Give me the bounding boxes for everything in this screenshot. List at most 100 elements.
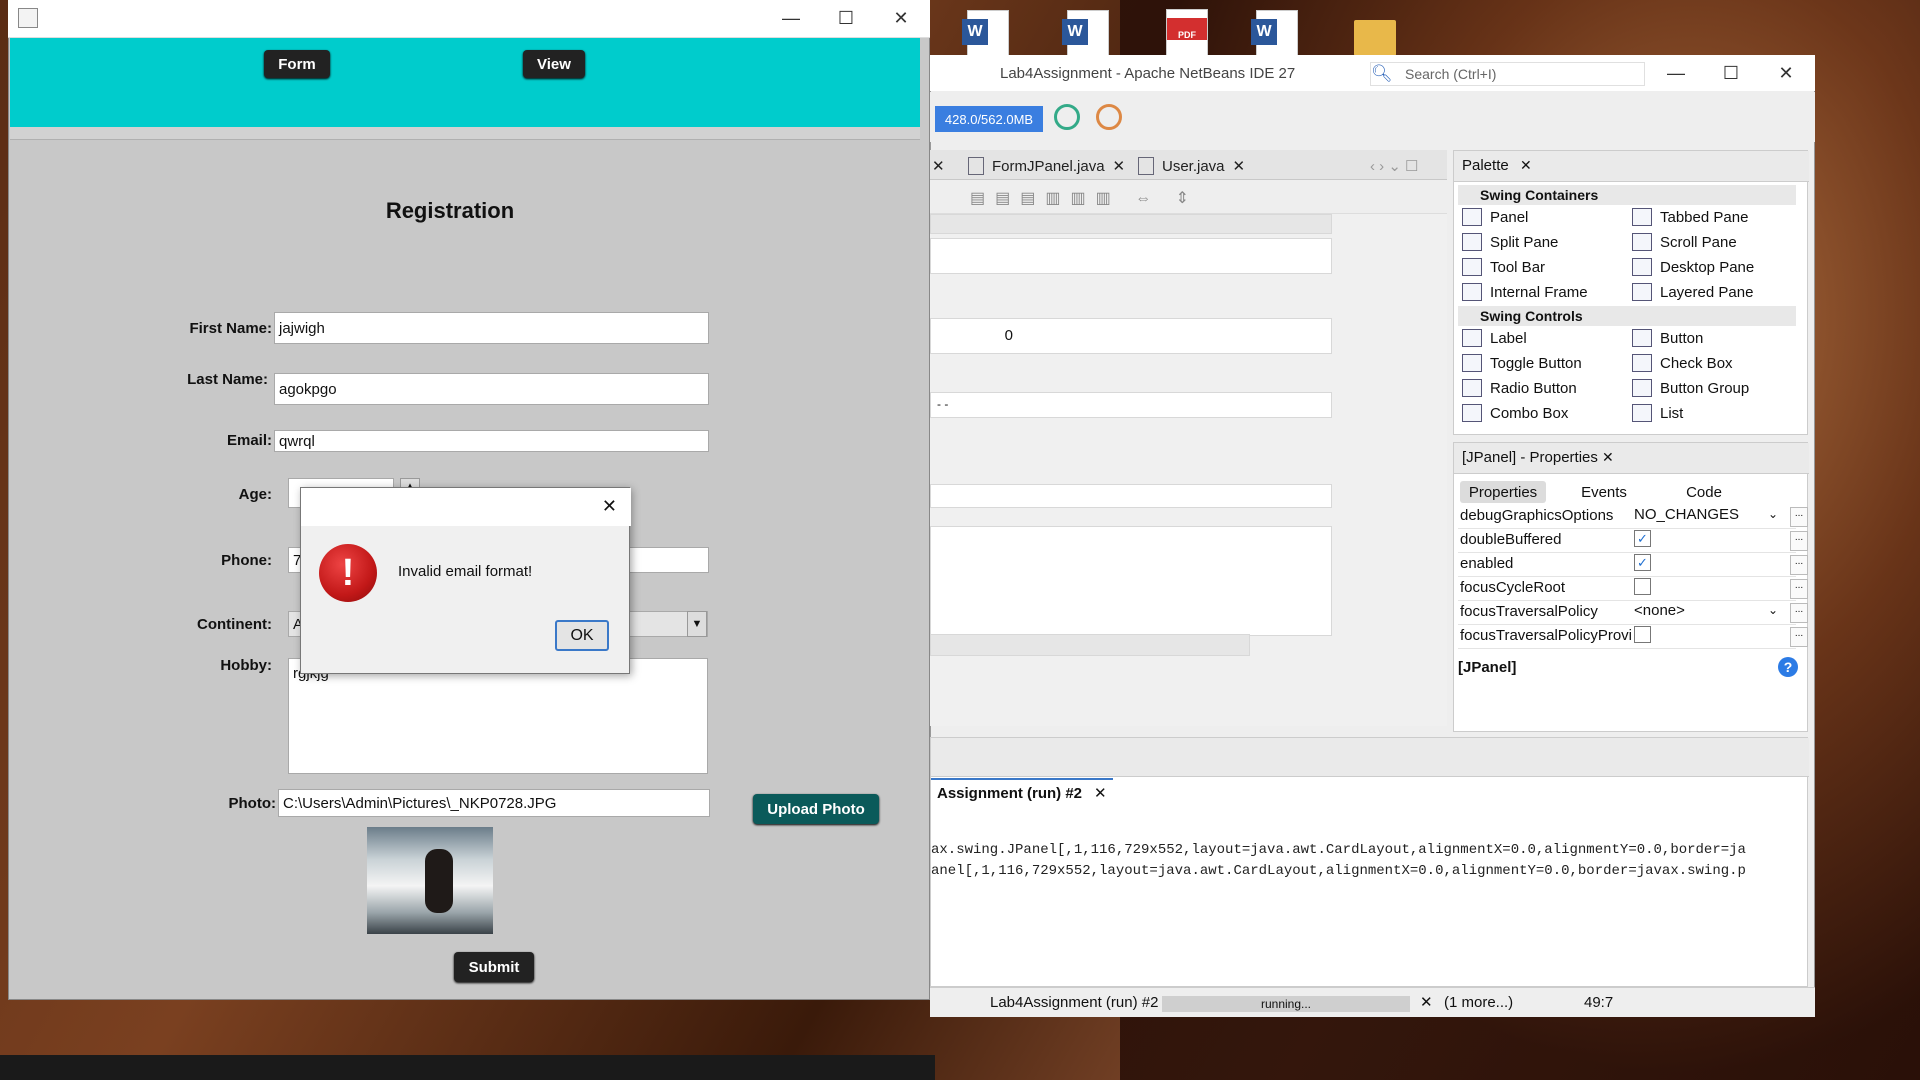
palette-title: Palette [1462,157,1509,174]
palette-item[interactable]: Combo Box [1462,402,1568,424]
last-name-label: Last Name: [187,371,268,388]
tab-output-run[interactable]: Assignment (run) #2 ✕ [931,778,1113,806]
view-nav-button[interactable]: View [523,50,585,78]
chevron-down-icon[interactable]: ▼ [687,611,707,637]
hobby-label: Hobby: [220,657,272,674]
upload-photo-button[interactable]: Upload Photo [753,794,879,824]
photo-path-field[interactable]: C:\Users\Admin\Pictures\_NKP0728.JPG [278,789,710,817]
continent-label: Continent: [197,616,272,633]
cancel-task-icon[interactable]: ✕ [1420,993,1433,1011]
app-maximize-button[interactable]: ☐ [823,0,869,36]
canvas-text: - - [937,397,949,411]
tab-code[interactable]: Code [1664,481,1744,503]
ellipsis-button[interactable]: ... [1790,555,1808,575]
last-name-field[interactable]: agokpgo [274,373,709,405]
caret-position: 49:7 [1584,994,1614,1011]
ellipsis-button[interactable]: ... [1790,507,1808,527]
checkbox[interactable] [1634,626,1651,643]
gc-icon[interactable] [1054,104,1080,130]
profile-icon[interactable] [1096,104,1122,130]
ellipsis-button[interactable]: ... [1790,627,1808,647]
word-doc-icon[interactable]: W [962,8,1013,58]
palette-item[interactable]: Check Box [1632,352,1733,374]
ide-title: Lab4Assignment - Apache NetBeans IDE 27 [1000,65,1296,82]
error-dialog: ✕ ! Invalid email format! OK [300,487,631,674]
palette-item[interactable]: Layered Pane [1632,281,1753,303]
phone-label: Phone: [221,552,272,569]
hobby-textarea[interactable]: rgjkjg [288,658,708,774]
property-row[interactable]: doubleBuffered ✓ ... [1458,529,1808,553]
palette-item[interactable]: Scroll Pane [1632,231,1737,253]
more-tasks-link[interactable]: (1 more...) [1444,994,1513,1011]
pdf-icon[interactable]: PDF [1162,8,1212,58]
word-doc-icon[interactable]: W [1062,8,1113,58]
ide-close-button[interactable]: ✕ [1763,55,1809,91]
palette-item[interactable]: Split Pane [1462,231,1558,253]
palette-item[interactable]: Panel [1462,206,1528,228]
dialog-titlebar: ✕ [301,488,631,526]
tab-nav-arrows[interactable]: ‹ › ⌄ ☐ [1370,154,1419,178]
checkbox[interactable] [1634,578,1651,595]
palette-category[interactable]: Swing Containers [1458,185,1796,205]
app-close-button[interactable]: ✕ [878,0,924,36]
memory-indicator[interactable]: 428.0/562.0MB [935,106,1043,132]
property-row[interactable]: focusTraversalPolicy <none> ⌄ ... [1458,601,1808,625]
help-icon[interactable]: ? [1778,657,1798,677]
first-name-field[interactable]: jajwigh [274,312,709,344]
ide-minimize-button[interactable]: — [1653,55,1699,91]
palette-item[interactable]: Tabbed Pane [1632,206,1748,228]
palette-item[interactable]: Radio Button [1462,377,1577,399]
property-row[interactable]: debugGraphicsOptions NO_CHANGES ⌄ ... [1458,505,1808,529]
chevron-down-icon[interactable]: ⌄ [1768,507,1778,521]
property-row[interactable]: focusTraversalPolicyProvi ... [1458,625,1808,649]
word-doc-icon[interactable]: W [1251,8,1302,58]
palette-item[interactable]: Label [1462,327,1527,349]
property-row[interactable]: focusCycleRoot ... [1458,577,1808,601]
palette-item[interactable]: Button [1632,327,1703,349]
palette-category[interactable]: Swing Controls [1458,306,1796,326]
property-footer: [JPanel] [1458,659,1517,676]
palette-item[interactable]: Button Group [1632,377,1749,399]
palette-item[interactable]: Internal Frame [1462,281,1588,303]
ok-button[interactable]: OK [555,620,609,651]
ide-maximize-button[interactable]: ☐ [1708,55,1754,91]
form-nav-button[interactable]: Form [264,50,330,78]
output-line: ax.swing.JPanel[,1,116,729x552,layout=ja… [931,842,1746,858]
submit-button[interactable]: Submit [454,952,534,982]
app-header: Form View [10,38,920,127]
app-minimize-button[interactable]: — [768,0,814,36]
photo-preview [367,827,493,934]
spinner-value: 0 [1004,327,1013,344]
app-titlebar: — ☐ ✕ [8,0,930,38]
page-title: Registration [385,198,515,223]
palette-item[interactable]: Toggle Button [1462,352,1582,374]
properties-title: [JPanel] - Properties [1462,449,1598,466]
editor-tabbar: ✕ FormJPanel.java ✕ User.java ✕ ‹ › ⌄ ☐ [930,150,1447,180]
split-divider[interactable] [10,127,920,140]
checkbox[interactable]: ✓ [1634,530,1651,547]
search-icon: 🔍︎ [1371,64,1393,83]
design-canvas[interactable]: 0 - - [930,214,1447,726]
tab-formjpanel[interactable]: FormJPanel.java ✕ [968,154,1125,178]
ide-search-input[interactable]: Search (Ctrl+I) [1370,62,1645,86]
age-label: Age: [238,486,272,503]
ellipsis-button[interactable]: ... [1790,603,1808,623]
palette-item[interactable]: List [1632,402,1683,424]
close-icon[interactable]: ✕ [1520,157,1532,174]
ellipsis-button[interactable]: ... [1790,531,1808,551]
chevron-down-icon[interactable]: ⌄ [1768,603,1778,617]
tab-close-icon[interactable]: ✕ [932,154,945,178]
dialog-close-button[interactable]: ✕ [602,496,617,517]
palette-item[interactable]: Desktop Pane [1632,256,1754,278]
taskbar [0,1055,935,1080]
tab-properties[interactable]: Properties [1460,481,1546,503]
email-field[interactable]: qwrql [274,430,709,452]
ellipsis-button[interactable]: ... [1790,579,1808,599]
checkbox[interactable]: ✓ [1634,554,1651,571]
folder-icon[interactable] [1350,8,1400,58]
close-icon[interactable]: ✕ [1602,449,1614,466]
palette-item[interactable]: Tool Bar [1462,256,1545,278]
property-row[interactable]: enabled ✓ ... [1458,553,1808,577]
tab-events[interactable]: Events [1564,481,1644,503]
tab-user[interactable]: User.java ✕ [1138,154,1245,178]
